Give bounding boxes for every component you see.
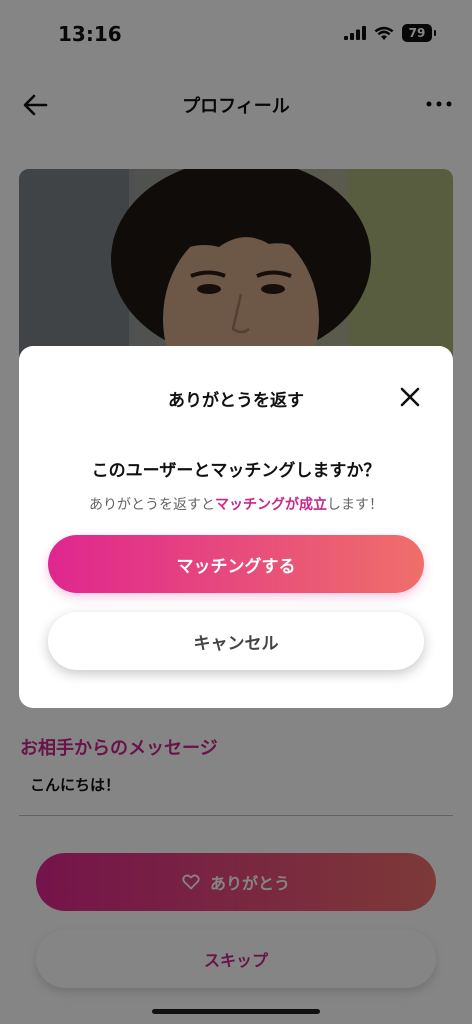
modal-question: このユーザーとマッチングしますか？	[91, 461, 381, 481]
modal-subtext: ありがとうを返すとマッチングが成立します！	[19, 494, 453, 514]
modal-subtext-highlight: マッチングが成立	[215, 497, 327, 513]
modal-title: ありがとうを返す	[168, 391, 304, 411]
close-icon[interactable]	[399, 386, 421, 408]
modal-subtext-suffix: します！	[327, 497, 383, 513]
cancel-button-label: キャンセル	[193, 633, 279, 654]
match-button-label: マッチングする	[176, 556, 296, 577]
home-indicator[interactable]	[152, 1009, 320, 1014]
match-button[interactable]: マッチングする	[48, 535, 424, 593]
modal-subtext-prefix: ありがとうを返すと	[89, 497, 215, 513]
cancel-button[interactable]: キャンセル	[48, 612, 424, 670]
match-confirm-modal: ありがとうを返す このユーザーとマッチングしますか？ ありがとうを返すとマッチン…	[19, 346, 453, 708]
